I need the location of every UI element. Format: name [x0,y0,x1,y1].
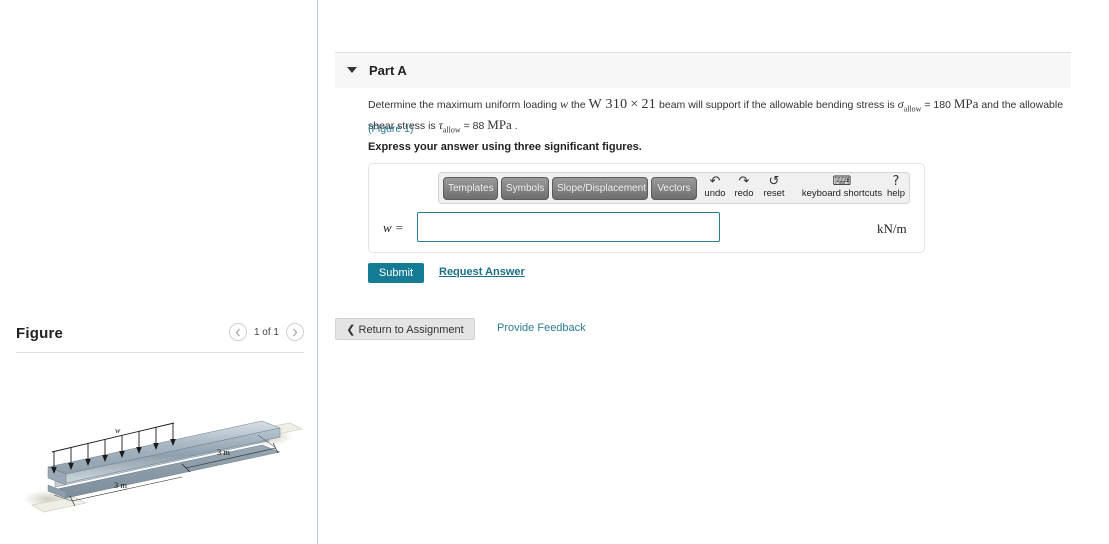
dimension-label-left: 3 m [114,480,127,490]
figure-prev-button[interactable] [228,323,247,341]
redo-arrow-icon: ↷ [738,174,750,189]
keyboard-shortcuts-label: keyboard shortcuts [801,188,883,199]
problem-line1b: the [570,99,586,111]
undo-arrow-icon: ↶ [709,174,721,189]
sidebar-divider [317,0,318,544]
figure-1-link[interactable]: (Figure 1) [368,123,414,135]
tau-allow-unit: MPa [487,117,512,133]
sigma-allow-value: = 180 [924,99,951,111]
caret-down-icon[interactable] [347,67,357,73]
tau-allow-value: = 88 [463,120,485,133]
keyboard-shortcuts-button[interactable]: ⌨ keyboard shortcuts [791,174,893,199]
problem-statement: Determine the maximum uniform loading w … [368,96,1068,139]
figure-header: Figure 1 of 1 [16,323,304,347]
figure-pager-count: 1 of 1 [253,326,279,338]
submit-button[interactable]: Submit [368,263,424,283]
page-root: Figure 1 of 1 w 3 m 3 m Part A Determine… [0,0,1109,544]
problem-line1c: beam will support if the allowable bendi… [659,99,895,111]
help-button[interactable]: ? help [884,174,908,199]
problem-period: . [514,120,518,133]
equation-toolbar-inner: Templates Symbols Slope/Displacement Vec… [439,173,909,203]
beam-spec-times: × [630,97,639,112]
load-label: w [115,426,121,435]
problem-line1d: and the allowable [981,99,1064,111]
answer-input[interactable] [417,212,720,242]
equation-toolbar: Templates Symbols Slope/Displacement Vec… [438,172,910,204]
answer-entry-panel: Templates Symbols Slope/Displacement Vec… [368,163,925,253]
figure-pager: 1 of 1 [228,323,304,341]
problem-line1a: Determine the maximum uniform loading [368,99,558,111]
reset-label: reset [763,188,785,199]
chevron-left-icon [235,328,240,336]
beam-spec-designation: W 310 [588,97,628,112]
figure-sidebar: Figure 1 of 1 w 3 m 3 m [0,0,317,544]
help-label: help [887,188,905,199]
dimension-label-right: 3 m [217,447,230,457]
reset-button[interactable]: ↺ reset [759,174,789,199]
reset-icon: ↺ [768,174,780,189]
return-to-assignment-button[interactable]: ❮ Return to Assignment [335,318,475,340]
answer-units: kN/m [877,221,907,236]
tau-allow-symbol: τallow [438,118,461,135]
vectors-button[interactable]: Vectors [651,177,697,200]
figure-divider [16,352,304,353]
return-to-assignment-label: Return to Assignment [358,323,464,336]
sigma-allow-unit: MPa [953,96,979,111]
main-content: Part A Determine the maximum uniform loa… [335,0,1071,544]
beam-spec-weight: 21 [641,97,657,112]
part-a-label: Part A [369,63,407,78]
chevron-right-icon [293,328,298,336]
slope-displacement-button[interactable]: Slope/Displacement [552,177,648,200]
undo-label: undo [704,188,726,199]
templates-button[interactable]: Templates [443,177,498,200]
undo-button[interactable]: ↶ undo [701,174,729,199]
redo-button[interactable]: ↷ redo [730,174,758,199]
help-icon: ? [892,174,900,189]
chevron-left-icon: ❮ [346,323,356,336]
figure-next-button[interactable] [286,323,304,341]
express-answer-note: Express your answer using three signific… [368,141,642,153]
symbols-button[interactable]: Symbols [501,177,549,200]
provide-feedback-link[interactable]: Provide Feedback [497,322,586,334]
keyboard-icon: ⌨ [832,174,852,189]
part-a-header[interactable]: Part A [335,52,1071,88]
beam-figure-svg: w 3 m 3 m [22,420,303,513]
sigma-allow-symbol: σallow [897,97,922,114]
redo-label: redo [734,188,754,199]
request-answer-link[interactable]: Request Answer [439,266,525,278]
problem-var-w: w [560,97,569,111]
beam-figure[interactable]: w 3 m 3 m [14,395,310,540]
figure-title: Figure [16,325,64,342]
answer-variable-label: w = [383,220,404,235]
